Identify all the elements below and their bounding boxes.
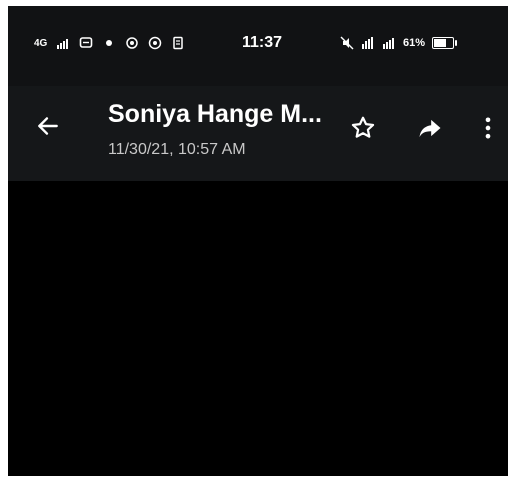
more-vert-icon: [485, 117, 491, 139]
app-bar: Soniya Hange M... 11/30/21, 10:57 AM: [8, 86, 508, 181]
battery-percent: 61%: [403, 37, 426, 49]
back-button[interactable]: [30, 108, 66, 144]
dot-icon: [102, 36, 116, 50]
status-time: 11:37: [242, 34, 283, 51]
signal-icon: [56, 36, 70, 50]
battery-level-fill: [434, 39, 447, 47]
forward-button[interactable]: [412, 110, 448, 146]
status-icons-left: 4G: [34, 36, 185, 50]
media-content-area[interactable]: [8, 181, 508, 476]
target-icon: [125, 36, 139, 50]
screen: 4G 11:37 61% Soniya Hange M... 11/30/21,…: [8, 6, 508, 476]
battery-icon: [432, 37, 458, 49]
status-bar: 4G 11:37 61%: [8, 6, 508, 86]
document-icon: [171, 36, 185, 50]
contact-title: Soniya Hange M...: [108, 100, 322, 128]
network-type-label: 4G: [34, 37, 48, 49]
status-icons-right: 61%: [340, 36, 458, 50]
lte-signal-icon: [382, 36, 396, 50]
mute-icon: [340, 36, 354, 50]
message-timestamp: 11/30/21, 10:57 AM: [108, 141, 246, 158]
data-signal-icon: [361, 36, 375, 50]
chat-icon: [79, 36, 93, 50]
settings-icon: [148, 36, 162, 50]
star-icon: [351, 116, 375, 138]
more-options-button[interactable]: [470, 110, 506, 146]
star-button[interactable]: [345, 110, 381, 146]
share-forward-icon: [419, 119, 441, 138]
back-arrow-icon: [38, 117, 58, 135]
